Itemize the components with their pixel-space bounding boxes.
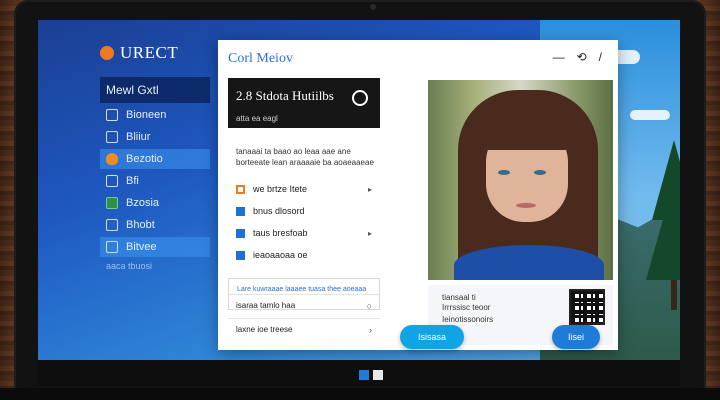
profile-photo [428,80,613,280]
list-item-label: taus bresfoab [253,228,308,238]
grid-icon [106,131,118,143]
list-item[interactable]: bnus dlosord [228,200,380,222]
laptop-keyboard-deck [0,388,720,400]
folder-icon [106,175,118,187]
sidebar-item-bfi[interactable]: Bfi [100,171,210,191]
sidebar-footer: aaca tbuosi [106,261,153,271]
info-line: Ieinotissonoirs [442,315,494,324]
sidebar-item-bliiur[interactable]: Bliiur [100,127,210,147]
action-row[interactable]: isaraa tamlo haa ○ [228,294,380,316]
webcam [370,4,376,10]
list-item[interactable]: we brtze Itete ▸ [228,178,380,200]
chevron-right-icon: › [369,324,372,335]
sidebar-item-label: Bfi [126,175,139,187]
sidebar-item-label: Bezotio [126,153,163,165]
sidebar-item-bezotio[interactable]: Bezotio [100,149,210,169]
shield-icon [106,153,118,165]
list-item[interactable]: ieaoaaoaa oe [228,244,380,266]
sidebar-item-bhobt[interactable]: Bhobt [100,215,210,235]
summary-card[interactable]: 2.8 Stdota Hutiilbs atta ea eagl [228,78,380,128]
window-title: Corl Meiov [228,51,293,66]
taskbar-app-icon[interactable] [373,370,383,380]
minimize-button[interactable]: — [553,50,565,64]
brand-logo-icon [100,46,114,60]
radio-icon: ○ [366,300,372,311]
eye [534,170,546,175]
list-item-label: ieaoaaoaa oe [253,250,308,260]
chevron-right-icon: ▸ [367,228,372,238]
eye [498,170,510,175]
sidebar-item-bzosia[interactable]: Bzosia [100,193,210,213]
brand: URECT [100,43,178,63]
option-list: we brtze Itete ▸ bnus dlosord taus bresf… [228,178,380,266]
info-line: tiansaal ti [442,293,476,302]
info-line: Irrrssisc teoor [442,303,491,312]
mouth [516,203,536,208]
primary-button[interactable]: Isisasa [400,325,464,349]
blue-square-icon [236,250,245,260]
close-button[interactable]: / [599,50,602,64]
sidebar-item-label: Bitvee [126,241,157,253]
list-item-label: bnus dlosord [253,206,305,216]
taskbar-app-icon[interactable] [359,370,369,380]
sidebar-item-label: Bhobt [126,219,155,231]
chevron-right-icon: ▸ [367,184,372,194]
card-subtitle: atta ea eagl [236,114,278,123]
globe-icon [106,109,118,121]
blue-square-icon [236,206,245,216]
action-label: laxne ioe treese [236,325,293,334]
orange-square-icon [236,184,245,194]
list-item[interactable]: taus bresfoab ▸ [228,222,380,244]
action-label: isaraa tamlo haa [236,301,296,310]
blue-square-icon [236,228,245,238]
refresh-button[interactable]: ⟲ [577,50,587,64]
window-icon [106,241,118,253]
taskbar [38,360,680,386]
sidebar-item-label: Bioneen [126,109,167,121]
sidebar-header: Mewl Gxtl [100,77,210,103]
qr-code-icon [569,289,605,325]
brand-name: URECT [120,43,179,62]
cloud [630,110,670,120]
window-controls: — ⟲ / [553,50,602,64]
action-row[interactable]: laxne ioe treese › [228,318,380,340]
sidebar: Mewl Gxtl Bioneen Bliiur Bezotio Bfi Bzo… [100,77,210,271]
sidebar-item-label: Bzosia [126,197,160,209]
sidebar-item-label: Bliiur [126,131,151,143]
sidebar-item-bioneen[interactable]: Bioneen [100,105,210,125]
sidebar-item-bitvee[interactable]: Bitvee [100,237,210,257]
shirt [454,245,604,280]
description-text: tanaaai ta baao ao leaa aae ane borteeat… [236,147,374,167]
green-app-icon [106,197,118,209]
card-title: 2.8 Stdota Hutiilbs [236,88,334,103]
secondary-button[interactable]: Iisei [552,325,600,349]
ring-icon [352,90,368,106]
bangs [480,110,572,150]
list-item-label: we brtze Itete [253,184,308,194]
app-window: Corl Meiov — ⟲ / 2.8 Stdota Hutiilbs att… [218,40,618,350]
grid-icon [106,219,118,231]
